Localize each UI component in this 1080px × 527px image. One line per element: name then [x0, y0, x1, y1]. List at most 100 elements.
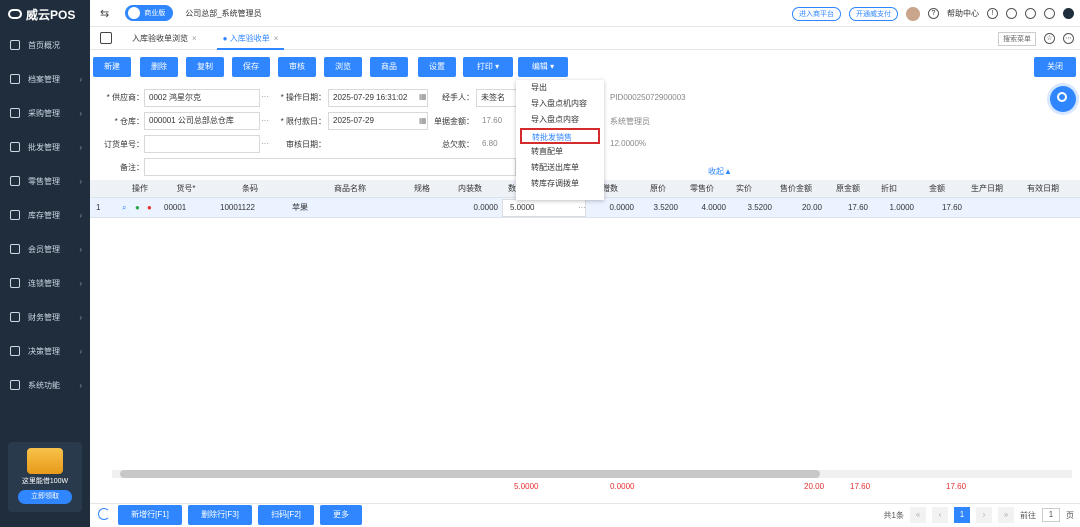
tab-receipt-browse[interactable]: 入库验收单浏览 ×: [126, 27, 203, 50]
edit-dropdown-button[interactable]: 编辑 ▾: [518, 57, 568, 77]
menu-item-import-scanner[interactable]: 导入盘点机内容: [516, 96, 604, 112]
more-button[interactable]: 更多: [320, 505, 362, 525]
remove-row-icon[interactable]: ●: [147, 198, 152, 218]
sidebar-item-decision[interactable]: 决策管理 ›: [0, 334, 90, 368]
add-row-icon[interactable]: ●: [135, 198, 140, 218]
sidebar-item-member[interactable]: 会员管理 ›: [0, 232, 90, 266]
cloud-app-icon[interactable]: [1063, 8, 1074, 19]
avatar[interactable]: [906, 6, 920, 21]
floating-search-button[interactable]: [1050, 86, 1076, 112]
cell-sale-amount[interactable]: 20.00: [776, 198, 822, 218]
search-menu-input[interactable]: 搜索菜单: [998, 31, 1036, 46]
warehouse-lookup-icon[interactable]: ···: [261, 116, 269, 125]
star-icon[interactable]: ☆: [1044, 33, 1055, 44]
cell-name[interactable]: 苹果: [292, 198, 308, 218]
col-barcode[interactable]: 条码: [218, 180, 282, 198]
cell-pack[interactable]: 0.0000: [442, 198, 498, 218]
menu-item-to-delivery[interactable]: 转配送出库单: [516, 160, 604, 176]
help-icon[interactable]: ?: [928, 8, 939, 19]
warehouse-field[interactable]: 000001 公司总部总仓库: [144, 112, 260, 130]
delete-row-button[interactable]: 删除行[F3]: [188, 505, 252, 525]
col-pack[interactable]: 内装数: [450, 180, 490, 198]
order-number-field[interactable]: [144, 135, 260, 153]
close-icon[interactable]: ×: [192, 34, 197, 43]
browse-button[interactable]: 浏览: [324, 57, 362, 77]
page-number[interactable]: 1: [954, 507, 970, 523]
col-name[interactable]: 商品名称: [300, 180, 400, 198]
power-icon[interactable]: [1044, 8, 1055, 19]
scan-button[interactable]: 扫码[F2]: [258, 505, 314, 525]
cell-orig-price[interactable]: 3.5200: [636, 198, 678, 218]
col-code[interactable]: 货号*: [164, 180, 208, 198]
menu-item-import-stocktake[interactable]: 导入盘点内容: [516, 112, 604, 128]
promo-claim-button[interactable]: 立即领取: [18, 490, 72, 504]
cell-gift[interactable]: 0.0000: [590, 198, 634, 218]
more-icon[interactable]: ⋯: [1063, 33, 1074, 44]
sidebar-item-inventory[interactable]: 库存管理 ›: [0, 198, 90, 232]
audit-button[interactable]: 审核: [278, 57, 316, 77]
first-page-icon[interactable]: «: [910, 507, 926, 523]
cell-discount[interactable]: 1.0000: [870, 198, 914, 218]
due-date-field[interactable]: 2025-07-29: [328, 112, 428, 130]
tab-receipt[interactable]: ● 入库验收单 ×: [216, 27, 285, 50]
order-lookup-icon[interactable]: ···: [261, 139, 269, 148]
col-retail[interactable]: 零售价: [684, 180, 720, 198]
menu-item-export[interactable]: 导出: [516, 80, 604, 96]
sidebar-item-archive[interactable]: 档案管理 ›: [0, 62, 90, 96]
col-prod-date[interactable]: 生产日期: [962, 180, 1012, 198]
col-spec[interactable]: 规格: [402, 180, 442, 198]
prev-page-icon[interactable]: ‹: [932, 507, 948, 523]
cell-orig-amount[interactable]: 17.60: [824, 198, 868, 218]
sidebar-item-retail[interactable]: 零售管理 ›: [0, 164, 90, 198]
info-icon[interactable]: !: [987, 8, 998, 19]
collapse-toggle[interactable]: 收起▲: [708, 166, 732, 177]
col-sale-amount[interactable]: 售价金额: [772, 180, 820, 198]
col-orig-amount[interactable]: 原金额: [828, 180, 868, 198]
menu-toggle-icon[interactable]: ⇆: [100, 7, 109, 20]
more-icon[interactable]: ···: [578, 198, 586, 218]
col-actual[interactable]: 实价: [728, 180, 760, 198]
lock-icon[interactable]: [1025, 8, 1036, 19]
remark-field[interactable]: [144, 158, 516, 176]
help-center-link[interactable]: 帮助中心: [947, 8, 979, 19]
cell-barcode[interactable]: 10001122: [220, 198, 255, 218]
calendar-icon[interactable]: ▦: [419, 92, 427, 101]
home-tab-icon[interactable]: [100, 32, 112, 44]
cell-code[interactable]: 00001: [164, 198, 186, 218]
goto-page-input[interactable]: 1: [1042, 508, 1060, 522]
save-button[interactable]: 保存: [232, 57, 270, 77]
open-pay-link[interactable]: 开通威支付: [849, 6, 898, 21]
bell-icon[interactable]: [1006, 8, 1017, 19]
settings-button[interactable]: 设置: [418, 57, 456, 77]
horizontal-scrollbar[interactable]: [120, 470, 820, 478]
menu-item-to-direct[interactable]: 转直配单: [516, 144, 604, 160]
merchant-platform-link[interactable]: 进入商平台: [792, 6, 841, 21]
add-row-button[interactable]: 新增行[F1]: [118, 505, 182, 525]
search-row-icon[interactable]: ⌕: [122, 198, 126, 218]
sidebar-item-system[interactable]: 系统功能 ›: [0, 368, 90, 402]
cell-retail[interactable]: 4.0000: [682, 198, 726, 218]
sidebar-item-purchase[interactable]: 采购管理 ›: [0, 96, 90, 130]
last-page-icon[interactable]: »: [998, 507, 1014, 523]
close-icon[interactable]: ×: [274, 34, 279, 43]
supplier-lookup-icon[interactable]: ···: [261, 92, 269, 101]
close-button[interactable]: 关闭: [1034, 57, 1076, 77]
refresh-icon[interactable]: [98, 508, 110, 520]
supplier-field[interactable]: 0002 鸿星尔克: [144, 89, 260, 107]
menu-item-to-wholesale[interactable]: 转批发销售: [520, 128, 600, 144]
col-orig-price[interactable]: 原价: [642, 180, 674, 198]
new-button[interactable]: 新建: [93, 57, 131, 77]
sidebar-item-chain[interactable]: 连锁管理 ›: [0, 266, 90, 300]
cell-actual[interactable]: 3.5200: [728, 198, 772, 218]
product-button[interactable]: 商品: [370, 57, 408, 77]
menu-item-to-transfer[interactable]: 转库存调拨单: [516, 176, 604, 192]
col-amount[interactable]: 金额: [922, 180, 952, 198]
op-date-field[interactable]: 2025-07-29 16:31:02: [328, 89, 428, 107]
col-expiry-date[interactable]: 有效日期: [1018, 180, 1068, 198]
copy-button[interactable]: 复制: [186, 57, 224, 77]
cell-qty[interactable]: 5.0000: [510, 198, 534, 218]
cell-amount[interactable]: 17.60: [918, 198, 962, 218]
sidebar-item-wholesale[interactable]: 批发管理 ›: [0, 130, 90, 164]
next-page-icon[interactable]: ›: [976, 507, 992, 523]
print-dropdown-button[interactable]: 打印 ▾: [463, 57, 513, 77]
